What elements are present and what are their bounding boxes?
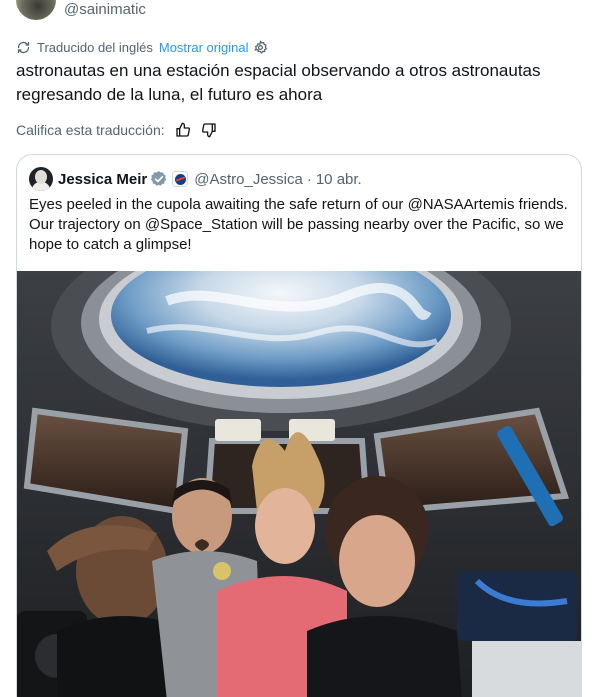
author-handle[interactable]: @sainimatic <box>64 1 146 18</box>
author-avatar[interactable] <box>16 0 56 20</box>
quoted-author-name[interactable]: Jessica Meir <box>58 171 147 188</box>
translation-bar: Traducido del inglés Mostrar original <box>16 38 268 56</box>
thumbs-down-icon[interactable] <box>201 122 217 138</box>
nasa-logo-icon[interactable] <box>172 171 189 187</box>
quoted-author-handle[interactable]: @Astro_Jessica <box>194 171 303 188</box>
quoted-tweet-header: Jessica Meir @Astro_Jessica · 10 abr. <box>29 167 362 191</box>
tweet-text: astronautas en una estación espacial obs… <box>16 61 541 104</box>
translation-label: Traducido del inglés <box>37 39 153 55</box>
quoted-tweet-date[interactable]: 10 abr. <box>316 171 362 188</box>
settings-icon[interactable] <box>253 39 268 55</box>
separator-dot: · <box>306 170 312 188</box>
quoted-author-avatar[interactable] <box>29 167 53 191</box>
quoted-tweet[interactable]: Jessica Meir @Astro_Jessica · 10 abr. Ey… <box>16 154 582 697</box>
show-original-link[interactable]: Mostrar original <box>159 40 249 55</box>
quoted-tweet-text: Eyes peeled in the cupola awaiting the s… <box>29 196 568 253</box>
thumbs-up-icon[interactable] <box>175 122 191 138</box>
quoted-tweet-photo[interactable] <box>17 271 582 697</box>
verified-badge-icon <box>150 170 168 188</box>
translate-icon <box>16 40 31 55</box>
rate-translation: Califica esta traducción: <box>16 120 217 140</box>
rate-translation-label: Califica esta traducción: <box>16 122 165 138</box>
